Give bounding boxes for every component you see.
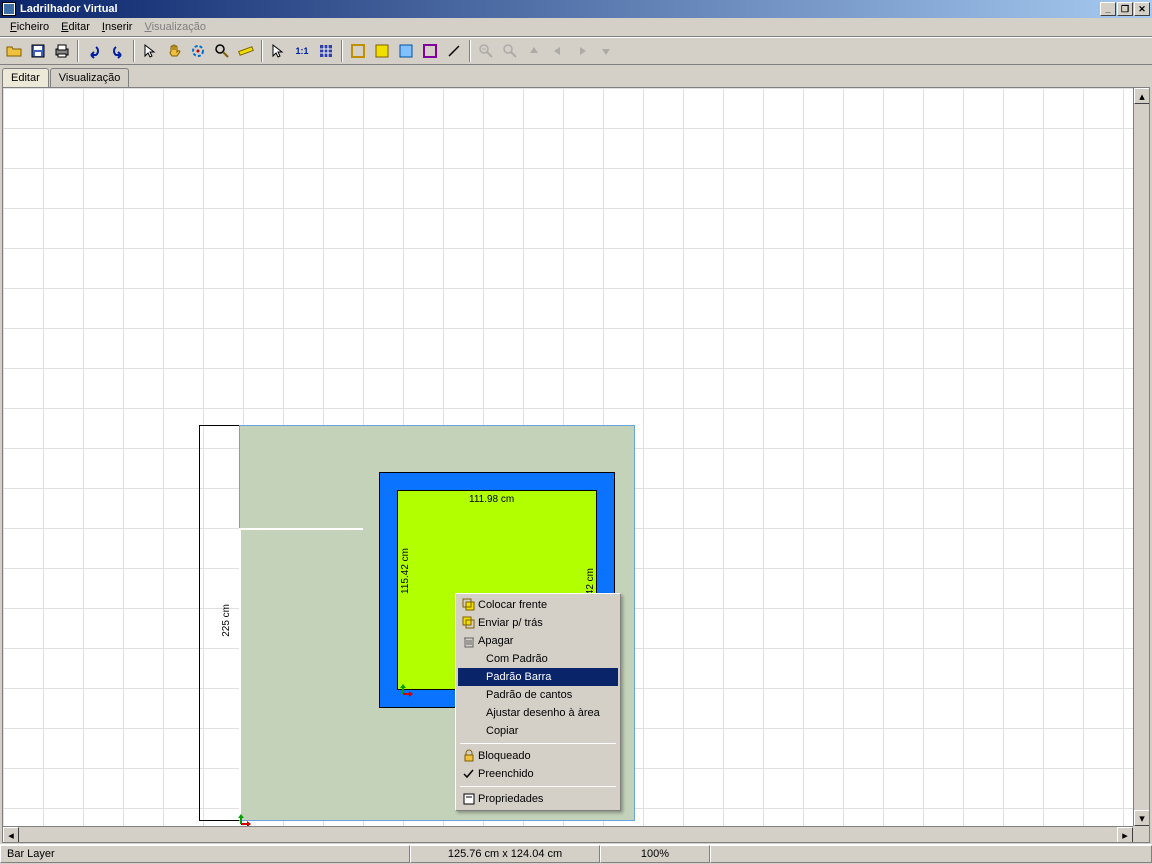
print-button[interactable]: [51, 40, 73, 62]
select-tool[interactable]: [267, 40, 289, 62]
scale-1to1-button[interactable]: 1:1: [291, 40, 313, 62]
undo-button[interactable]: [83, 40, 105, 62]
nav-up-button[interactable]: [523, 40, 545, 62]
toolbar: 1:1: [0, 37, 1152, 65]
measure-tool[interactable]: [235, 40, 257, 62]
app-icon: [2, 2, 16, 16]
rotate-tool[interactable]: [187, 40, 209, 62]
ctx-com-padrao[interactable]: Com Padrão: [458, 650, 618, 668]
menu-editar[interactable]: Editar: [55, 19, 96, 35]
menubar: Ficheiro Editar Inserir Visualização: [0, 18, 1152, 37]
status-dimensions: 125.76 cm x 124.04 cm: [410, 845, 600, 863]
menu-visualizacao[interactable]: Visualização: [138, 19, 212, 35]
menu-ficheiro[interactable]: Ficheiro: [4, 19, 55, 35]
ctx-label: Copiar: [486, 725, 518, 737]
toolbar-sep: [261, 40, 263, 62]
trash-icon: [460, 634, 478, 648]
toolbar-sep: [469, 40, 471, 62]
ctx-propriedades[interactable]: Propriedades: [458, 790, 618, 808]
ctx-label: Propriedades: [478, 793, 543, 805]
ctx-label: Padrão de cantos: [486, 689, 572, 701]
line-tool[interactable]: [443, 40, 465, 62]
ctx-label: Apagar: [478, 635, 513, 647]
status-zoom: 100%: [600, 845, 710, 863]
v-scrollbar[interactable]: ▴ ▾: [1133, 88, 1149, 826]
close-button[interactable]: ✕: [1134, 2, 1150, 16]
lock-icon: [460, 749, 478, 763]
hand-tool[interactable]: [163, 40, 185, 62]
ctx-label: Padrão Barra: [486, 671, 551, 683]
ctx-bloqueado[interactable]: Bloqueado: [458, 747, 618, 765]
tab-editar[interactable]: Editar: [2, 68, 49, 88]
nav-left-button[interactable]: [547, 40, 569, 62]
rect-hollow-tool[interactable]: [347, 40, 369, 62]
scroll-up-button[interactable]: ▴: [1134, 88, 1150, 104]
dim-width-top: 111.98 cm: [469, 494, 514, 505]
scrollbar-corner: [1133, 826, 1149, 842]
save-button[interactable]: [27, 40, 49, 62]
origin-axes-icon: [393, 684, 413, 704]
toolbar-sep: [77, 40, 79, 62]
properties-icon: [460, 792, 478, 806]
zoom-out-button[interactable]: [475, 40, 497, 62]
h-scrollbar[interactable]: ◂ ▸: [3, 826, 1133, 842]
maximize-button[interactable]: ❐: [1117, 2, 1133, 16]
rect-purple-tool[interactable]: [419, 40, 441, 62]
ctx-enviar-tras[interactable]: Enviar p/ trás: [458, 614, 618, 632]
ctx-copiar[interactable]: Copiar: [458, 722, 618, 740]
window-buttons: _ ❐ ✕: [1099, 2, 1150, 16]
zoom-tool[interactable]: [211, 40, 233, 62]
dim-outer-height: 225 cm: [221, 604, 232, 637]
bring-front-icon: [460, 598, 478, 612]
ctx-padrao-cantos[interactable]: Padrão de cantos: [458, 686, 618, 704]
toolbar-sep: [133, 40, 135, 62]
minimize-button[interactable]: _: [1100, 2, 1116, 16]
toolbar-sep: [341, 40, 343, 62]
rect-blue-tool[interactable]: [395, 40, 417, 62]
ctx-label: Enviar p/ trás: [478, 617, 543, 629]
dim-height-right: 42 cm: [585, 568, 596, 595]
check-icon: [460, 767, 478, 781]
ctx-padrao-barra[interactable]: Padrão Barra: [458, 668, 618, 686]
wall-line-h: [239, 528, 363, 530]
grid-button[interactable]: [315, 40, 337, 62]
context-menu: Colocar frente Enviar p/ trás Apagar Com…: [455, 593, 621, 811]
ctx-colocar-frente[interactable]: Colocar frente: [458, 596, 618, 614]
ctx-label: Preenchido: [478, 768, 534, 780]
canvas[interactable]: 111.98 cm 115.42 cm 42 cm 225 cm Colocar…: [2, 87, 1150, 843]
ctx-ajustar-area[interactable]: Ajustar desenho à àrea: [458, 704, 618, 722]
scroll-left-button[interactable]: ◂: [3, 827, 19, 843]
nav-down-button[interactable]: [595, 40, 617, 62]
ctx-sep: [460, 743, 616, 744]
wall-line-v: [239, 528, 241, 820]
statusbar: Bar Layer 125.76 cm x 124.04 cm 100%: [0, 844, 1152, 864]
ctx-sep: [460, 786, 616, 787]
rect-yellow-tool[interactable]: [371, 40, 393, 62]
status-layer: Bar Layer: [0, 845, 410, 863]
ctx-label: Bloqueado: [478, 750, 531, 762]
nav-right-button[interactable]: [571, 40, 593, 62]
redo-button[interactable]: [107, 40, 129, 62]
send-back-icon: [460, 616, 478, 630]
dim-height-left: 115.42 cm: [400, 548, 411, 594]
menu-inserir[interactable]: Inserir: [96, 19, 139, 35]
ctx-preenchido[interactable]: Preenchido: [458, 765, 618, 783]
scroll-right-button[interactable]: ▸: [1117, 827, 1133, 843]
titlebar: Ladrilhador Virtual _ ❐ ✕: [0, 0, 1152, 18]
window-title: Ladrilhador Virtual: [20, 3, 1099, 15]
open-button[interactable]: [3, 40, 25, 62]
scroll-down-button[interactable]: ▾: [1134, 810, 1150, 826]
ctx-label: Ajustar desenho à àrea: [486, 707, 600, 719]
ctx-apagar[interactable]: Apagar: [458, 632, 618, 650]
status-spacer: [710, 845, 1152, 863]
cursor-tool[interactable]: [139, 40, 161, 62]
ctx-label: Colocar frente: [478, 599, 547, 611]
ctx-label: Com Padrão: [486, 653, 548, 665]
tabbar: Editar Visualização: [0, 65, 1152, 87]
zoom-in-button[interactable]: [499, 40, 521, 62]
tab-visualizacao[interactable]: Visualização: [50, 68, 130, 87]
